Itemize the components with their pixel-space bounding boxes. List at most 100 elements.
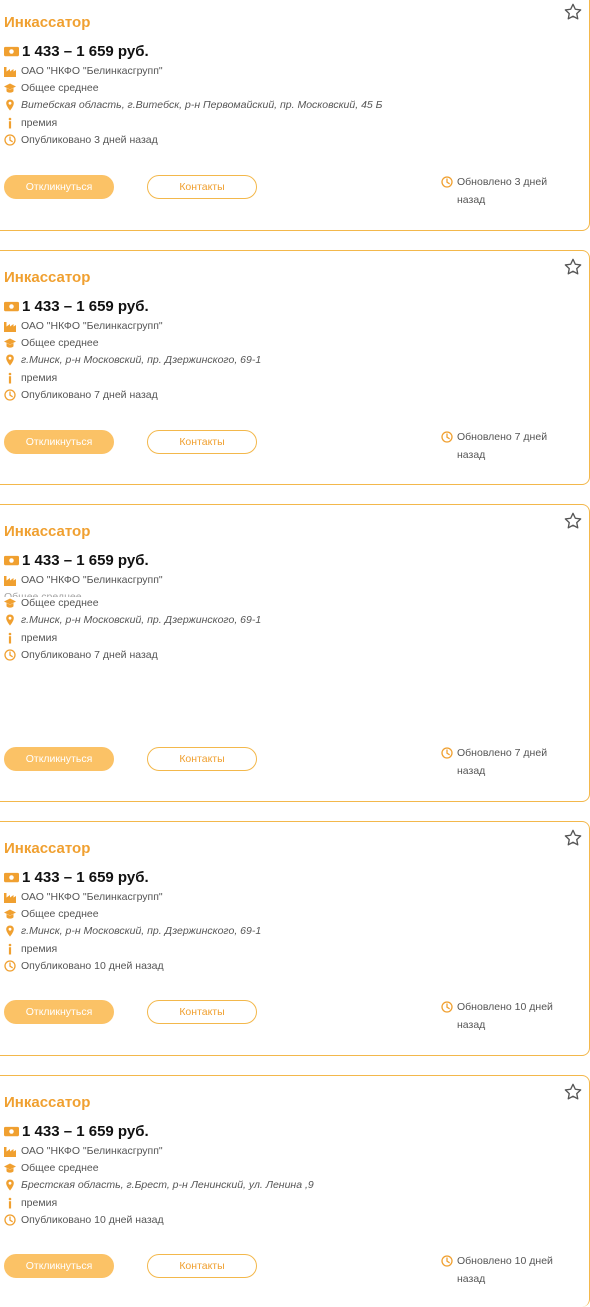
info-icon <box>8 1197 12 1209</box>
extra-row: премия <box>4 370 57 386</box>
company-row: ОАО "НКФО "Белинкасгрупп" <box>4 572 163 588</box>
education-row: Общее среднее <box>4 595 99 611</box>
updated-info: Обновлено 7 дней назад <box>441 428 581 464</box>
vacancy-title[interactable]: Инкассатор <box>4 840 90 857</box>
address-row: г.Минск, р-н Московский, пр. Дзержинског… <box>4 923 261 939</box>
clock-icon <box>441 176 453 188</box>
published-date: Опубликовано 7 дней назад <box>21 649 158 661</box>
company-name: ОАО "НКФО "Белинкасгрупп" <box>21 65 163 77</box>
star-outline-icon[interactable] <box>563 511 583 531</box>
vacancy-list: Инкассатор 1 433 – 1 659 руб. ОАО "НКФО … <box>0 0 590 1307</box>
salary: 1 433 – 1 659 руб. <box>22 551 149 569</box>
education: Общее среднее <box>21 337 99 349</box>
respond-button[interactable]: Откликнуться <box>4 175 114 199</box>
clock-icon <box>441 747 453 759</box>
respond-button[interactable]: Откликнуться <box>4 1254 114 1278</box>
education-row: Общее среднее <box>4 80 99 96</box>
clock-icon <box>441 1255 453 1267</box>
company-row: ОАО "НКФО "Белинкасгрупп" <box>4 1143 163 1159</box>
graduation-cap-icon <box>4 909 16 919</box>
vacancy-card: Инкассатор 1 433 – 1 659 руб. ОАО "НКФО … <box>0 1075 590 1307</box>
company-row: ОАО "НКФО "Белинкасгрупп" <box>4 889 163 905</box>
vacancy-card: Инкассатор 1 433 – 1 659 руб. ОАО "НКФО … <box>0 821 590 1056</box>
star-outline-icon[interactable] <box>563 257 583 277</box>
address-row: Витебская область, г.Витебск, р-н Первом… <box>4 97 383 113</box>
company-row: ОАО "НКФО "Белинкасгрупп" <box>4 63 163 79</box>
factory-icon <box>4 1147 16 1157</box>
extra-info: премия <box>21 117 58 129</box>
info-icon <box>8 117 12 129</box>
respond-button[interactable]: Откликнуться <box>4 747 114 771</box>
extra-info: премия <box>21 943 58 955</box>
address: Брестская область, г.Брест, р-н Ленински… <box>21 1179 314 1191</box>
vacancy-card: Инкассатор 1 433 – 1 659 руб. ОАО "НКФО … <box>0 504 590 802</box>
star-outline-icon[interactable] <box>563 2 583 22</box>
contacts-button[interactable]: Контакты <box>147 175 257 199</box>
published-date: Опубликовано 3 дней назад <box>21 134 158 146</box>
published-row: Опубликовано 7 дней назад <box>4 647 158 663</box>
graduation-cap-icon <box>4 83 16 93</box>
company-row: ОАО "НКФО "Белинкасгрупп" <box>4 318 163 334</box>
salary: 1 433 – 1 659 руб. <box>22 868 149 886</box>
extra-row: премия <box>4 115 57 131</box>
address: г.Минск, р-н Московский, пр. Дзержинског… <box>21 925 262 937</box>
factory-icon <box>4 576 16 586</box>
published-row: Опубликовано 7 дней назад <box>4 387 158 403</box>
updated-info: Обновлено 10 дней назад <box>441 998 581 1034</box>
salary: 1 433 – 1 659 руб. <box>22 42 149 60</box>
updated-date: Обновлено 10 дней назад <box>457 1255 553 1285</box>
money-icon <box>4 555 19 565</box>
map-pin-icon <box>6 99 14 111</box>
company-name: ОАО "НКФО "Белинкасгрупп" <box>21 574 163 586</box>
contacts-button[interactable]: Контакты <box>147 1000 257 1024</box>
updated-date: Обновлено 7 дней назад <box>457 431 548 461</box>
map-pin-icon <box>6 354 14 366</box>
published-row: Опубликовано 10 дней назад <box>4 1212 164 1228</box>
updated-date: Обновлено 7 дней назад <box>457 747 548 777</box>
company-name: ОАО "НКФО "Белинкасгрупп" <box>21 320 163 332</box>
star-outline-icon[interactable] <box>563 1082 583 1102</box>
salary-row: 1 433 – 1 659 руб. <box>4 868 149 886</box>
graduation-cap-icon <box>4 338 16 348</box>
contacts-button[interactable]: Контакты <box>147 747 257 771</box>
graduation-cap-icon <box>4 598 16 608</box>
money-icon <box>4 301 19 311</box>
respond-button[interactable]: Откликнуться <box>4 1000 114 1024</box>
respond-button[interactable]: Откликнуться <box>4 430 114 454</box>
contacts-button[interactable]: Контакты <box>147 1254 257 1278</box>
company-name: ОАО "НКФО "Белинкасгрупп" <box>21 891 163 903</box>
factory-icon <box>4 67 16 77</box>
published-row: Опубликовано 3 дней назад <box>4 132 158 148</box>
published-date: Опубликовано 10 дней назад <box>21 960 164 972</box>
updated-info: Обновлено 7 дней назад <box>441 744 581 780</box>
graduation-cap-icon <box>4 1163 16 1173</box>
updated-date: Обновлено 3 дней назад <box>457 176 548 206</box>
clock-icon <box>4 134 16 146</box>
extra-info: премия <box>21 372 58 384</box>
salary-row: 1 433 – 1 659 руб. <box>4 551 149 569</box>
contacts-button[interactable]: Контакты <box>147 430 257 454</box>
salary-row: 1 433 – 1 659 руб. <box>4 1122 149 1140</box>
address-row: г.Минск, р-н Московский, пр. Дзержинског… <box>4 612 261 628</box>
star-outline-icon[interactable] <box>563 828 583 848</box>
published-date: Опубликовано 10 дней назад <box>21 1214 164 1226</box>
updated-info: Обновлено 10 дней назад <box>441 1252 581 1288</box>
vacancy-title[interactable]: Инкассатор <box>4 523 90 540</box>
address: г.Минск, р-н Московский, пр. Дзержинског… <box>21 614 262 626</box>
address-row: Брестская область, г.Брест, р-н Ленински… <box>4 1177 314 1193</box>
education: Общее среднее <box>21 1162 99 1174</box>
clock-icon <box>4 960 16 972</box>
published-row: Опубликовано 10 дней назад <box>4 958 164 974</box>
vacancy-title[interactable]: Инкассатор <box>4 1094 90 1111</box>
extra-row: премия <box>4 630 57 646</box>
education: Общее среднее <box>21 597 99 609</box>
extra-row: премия <box>4 941 57 957</box>
vacancy-card: Инкассатор 1 433 – 1 659 руб. ОАО "НКФО … <box>0 250 590 485</box>
updated-date: Обновлено 10 дней назад <box>457 1001 553 1031</box>
extra-info: премия <box>21 1197 58 1209</box>
vacancy-card: Инкассатор 1 433 – 1 659 руб. ОАО "НКФО … <box>0 0 590 231</box>
education: Общее среднее <box>21 82 99 94</box>
info-icon <box>8 943 12 955</box>
vacancy-title[interactable]: Инкассатор <box>4 14 90 31</box>
vacancy-title[interactable]: Инкассатор <box>4 269 90 286</box>
